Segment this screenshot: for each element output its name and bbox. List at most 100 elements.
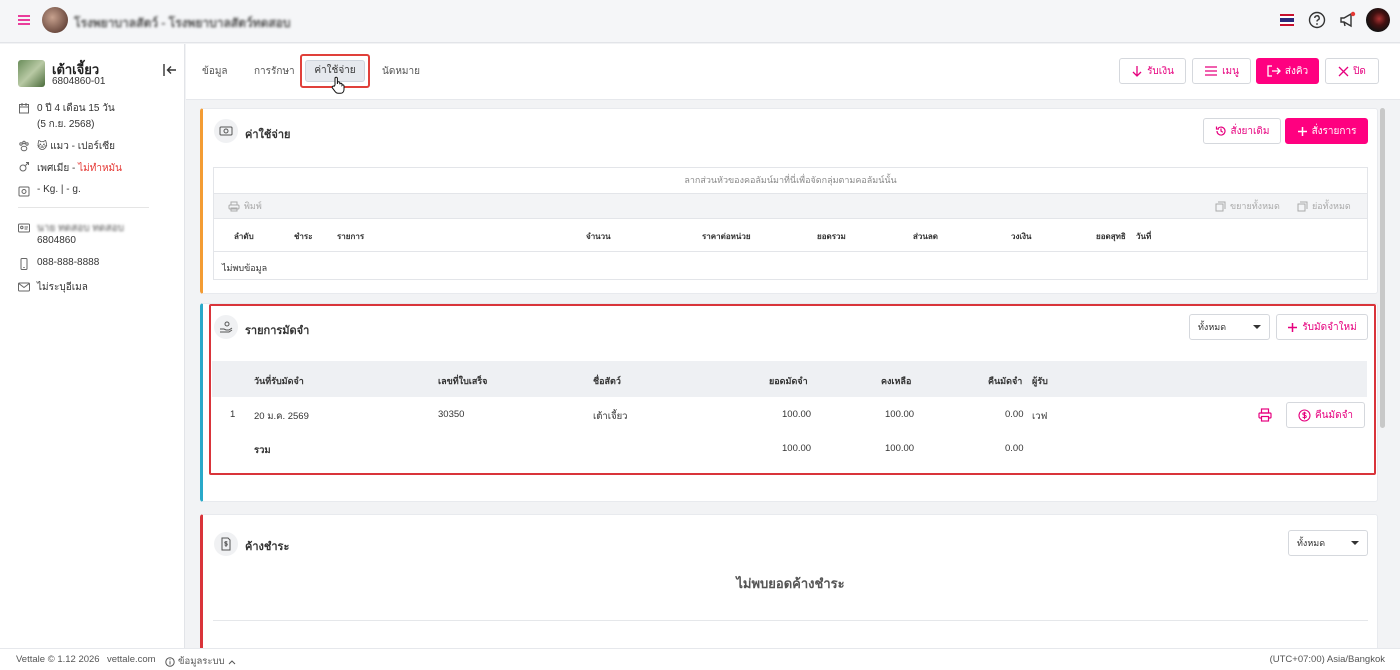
owner-phone[interactable]: 088-888-8888 <box>37 257 99 268</box>
deposits-filter-value: ทั้งหมด <box>1198 322 1227 332</box>
money-icon <box>214 119 238 143</box>
scrollbar-thumb[interactable] <box>1380 108 1385 428</box>
sex-label: เพศเมีย - <box>37 163 79 174</box>
invoice-icon <box>214 532 238 556</box>
col-deposit-date[interactable]: วันที่รับมัดจำ <box>254 374 304 388</box>
chevron-down-icon <box>1351 541 1359 545</box>
system-info-button[interactable]: ข้อมูลระบบ <box>165 654 236 669</box>
expand-all-label: ขยายทั้งหมด <box>1230 201 1280 211</box>
close-label: ปิด <box>1353 65 1366 77</box>
cat-emoji: 🐱 <box>37 141 48 152</box>
add-items-button[interactable]: สั่งรายการ <box>1285 118 1368 144</box>
pet-photo <box>18 60 45 87</box>
phone-icon <box>18 258 30 270</box>
help-circle-icon[interactable] <box>1308 11 1326 29</box>
print-receipt-icon[interactable] <box>1257 407 1273 423</box>
new-deposit-label: รับมัดจำใหม่ <box>1302 321 1357 333</box>
col-deposit-amount[interactable]: ยอดมัดจำ <box>769 374 808 388</box>
col-item[interactable]: รายการ <box>337 230 364 243</box>
gender-icon <box>18 162 30 174</box>
collapse-all-button[interactable]: ย่อทั้งหมด <box>1297 199 1351 213</box>
clinic-name: โรงพยาบาลสัตว์ - โรงพยาบาลสัตว์ทดสอบ <box>74 16 291 30</box>
new-deposit-button[interactable]: รับมัดจำใหม่ <box>1276 314 1368 340</box>
clinic-avatar <box>42 7 68 33</box>
col-paid[interactable]: ชำระ <box>294 230 313 243</box>
col-credit[interactable]: วงเงิน <box>1011 230 1032 243</box>
thai-flag-icon[interactable] <box>1280 14 1294 26</box>
menu-button[interactable]: เมนู <box>1192 58 1251 84</box>
collapse-icon <box>1297 201 1308 211</box>
paw-icon <box>18 140 30 152</box>
chevron-down-icon <box>1253 325 1261 329</box>
refund-deposit-label: คืนมัดจำ <box>1314 409 1354 421</box>
plus-icon <box>1297 126 1307 136</box>
tab-info[interactable]: ข้อมูล <box>202 64 228 79</box>
col-order[interactable]: ลำดับ <box>234 230 254 243</box>
col-date[interactable]: วันที่ <box>1136 230 1151 243</box>
col-refunded[interactable]: คืนมัดจำ <box>988 374 1022 388</box>
expenses-toolbar <box>214 193 1367 219</box>
col-pet-name[interactable]: ชื่อสัตว์ <box>593 374 621 388</box>
total-refunded: 0.00 <box>1005 443 1024 454</box>
expenses-empty: ไม่พบข้อมูล <box>222 263 268 273</box>
pet-birthdate: (5 ก.ย. 2568) <box>37 119 95 130</box>
hamburger-icon[interactable] <box>16 12 32 28</box>
col-qty[interactable]: จำนวน <box>586 230 611 243</box>
outstanding-filter-select[interactable]: ทั้งหมด <box>1288 530 1368 556</box>
col-receipt-no[interactable]: เลขที่ใบเสร็จ <box>438 374 487 388</box>
chevron-up-icon <box>228 659 235 664</box>
pet-weight: - Kg. | - g. <box>37 184 81 195</box>
refund-deposit-button[interactable]: คืนมัดจำ <box>1286 402 1365 428</box>
pet-age: 0 ปี 4 เดือน 15 วัน <box>37 103 115 114</box>
hand-coin-icon <box>214 315 238 339</box>
pet-id: 6804860-01 <box>52 76 106 87</box>
send-queue-label: ส่งคิว <box>1284 65 1309 77</box>
group-panel-hint: ลากส่วนหัวของคอลัมน์มาที่นี่เพื่อจัดกลุ่… <box>684 175 897 185</box>
total-amount: 100.00 <box>782 443 812 454</box>
owner-email: ไม่ระบุอีเมล <box>37 282 88 293</box>
close-icon <box>1338 66 1349 76</box>
deposit-row-receipt: 30350 <box>438 409 465 420</box>
copyright-text: Vettale © 1.12 2026 <box>16 654 100 665</box>
menu-label: เมนู <box>1222 65 1239 77</box>
id-card-icon <box>18 222 30 234</box>
col-balance[interactable]: คงเหลือ <box>881 374 911 388</box>
species-text: แมว - เปอร์เซีย <box>50 141 115 152</box>
close-button[interactable]: ปิด <box>1325 58 1379 84</box>
info-icon <box>165 656 175 667</box>
print-button[interactable]: พิมพ์ <box>228 199 262 213</box>
site-link[interactable]: vettale.com <box>107 654 156 665</box>
pet-species: 🐱 แมว - เปอร์เซีย <box>37 139 115 154</box>
add-items-label: สั่งรายการ <box>1311 125 1357 137</box>
reorder-label: สั่งยาเดิม <box>1230 125 1270 137</box>
collapse-panel-icon[interactable] <box>162 63 178 77</box>
col-total[interactable]: ยอดรวม <box>817 230 846 243</box>
plus-icon <box>1288 322 1298 332</box>
receive-payment-button[interactable]: รับเงิน <box>1119 58 1186 84</box>
expand-all-button[interactable]: ขยายทั้งหมด <box>1215 199 1280 213</box>
send-queue-button[interactable]: ส่งคิว <box>1256 58 1319 84</box>
expenses-header-row: ลำดับ ชำระ รายการ จำนวน ราคาต่อหน่วย ยอด… <box>214 219 1367 252</box>
deposits-header-row: วันที่รับมัดจำ เลขที่ใบเสร็จ ชื่อสัตว์ ย… <box>212 361 1367 397</box>
scale-icon <box>18 185 30 197</box>
deposit-row-amount: 100.00 <box>782 409 812 420</box>
owner-id: 6804860 <box>37 235 76 246</box>
col-receiver[interactable]: ผู้รับ <box>1032 374 1048 388</box>
patient-panel <box>0 44 185 648</box>
user-avatar[interactable] <box>1366 8 1390 32</box>
tab-treatment[interactable]: การรักษา <box>254 64 295 79</box>
dollar-circle-icon <box>1298 408 1311 422</box>
reorder-button[interactable]: สั่งยาเดิม <box>1203 118 1281 144</box>
deposit-row-pet: เต้าเจี้ยว <box>593 411 628 422</box>
col-net[interactable]: ยอดสุทธิ <box>1096 230 1126 243</box>
tab-appointment[interactable]: นัดหมาย <box>382 64 420 79</box>
total-balance: 100.00 <box>885 443 915 454</box>
footer: Vettale © 1.12 2026 vettale.com ข้อมูลระ… <box>0 648 1400 670</box>
deposit-row-balance: 100.00 <box>885 409 915 420</box>
outstanding-title: ค้างชำระ <box>245 541 290 553</box>
col-discount[interactable]: ส่วนลด <box>913 230 938 243</box>
col-unit-price[interactable]: ราคาต่อหน่วย <box>702 230 751 243</box>
history-icon <box>1215 126 1226 136</box>
deposits-filter-select[interactable]: ทั้งหมด <box>1189 314 1270 340</box>
megaphone-icon[interactable] <box>1338 11 1356 29</box>
